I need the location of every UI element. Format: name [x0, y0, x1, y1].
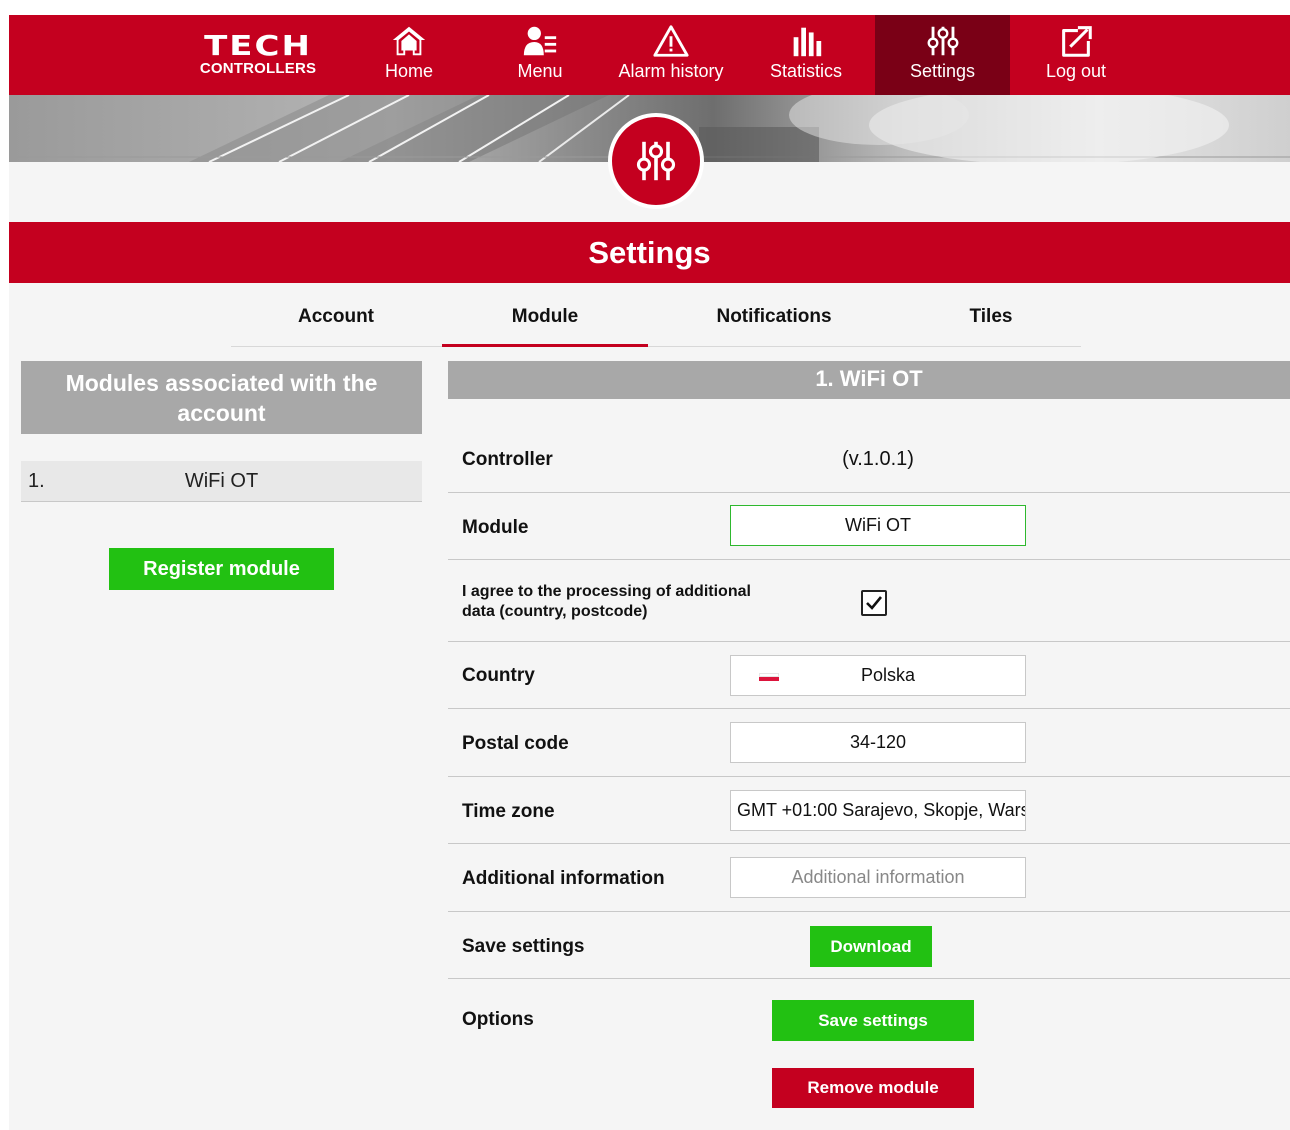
- nav-label-menu: Menu: [517, 61, 563, 81]
- statistics-icon: [753, 15, 859, 61]
- settings-icon: [875, 15, 1010, 61]
- nav-item-log-out[interactable]: Log out: [1026, 15, 1126, 95]
- logo-main-text: TECH: [204, 30, 312, 62]
- save-settings-label: Save settings: [462, 936, 585, 957]
- save-settings-button[interactable]: Save settings: [772, 1000, 974, 1041]
- modules-list-header-text: Modules associated with the account: [65, 370, 378, 426]
- logo-sub-text: CONTROLLERS: [199, 60, 317, 77]
- tech-controllers-logo[interactable]: TECH CONTROLLERS: [193, 29, 323, 85]
- postal-code-label: Postal code: [462, 733, 569, 754]
- country-row: Country Polska: [448, 642, 1290, 709]
- page-title: Settings: [9, 222, 1290, 283]
- controller-version: (v.1.0.1): [842, 448, 914, 470]
- nav-item-menu[interactable]: Menu: [486, 15, 594, 95]
- additional-info-input[interactable]: Additional information: [730, 857, 1026, 898]
- consent-label-line-1: I agree to the processing of additional: [462, 583, 751, 600]
- module-detail-header: 1. WiFi OT: [448, 361, 1290, 399]
- controller-label: Controller: [462, 449, 553, 470]
- time-zone-label: Time zone: [462, 801, 555, 822]
- nav-label-alarm-history: Alarm history: [618, 61, 724, 81]
- postal-code-row: Postal code 34-120: [448, 709, 1290, 777]
- settings-tabs: Account Module Notifications Tiles: [231, 297, 1081, 347]
- menu-icon: [486, 15, 594, 61]
- module-label: Module: [462, 517, 529, 538]
- module-list-item-name: WiFi OT: [184, 470, 259, 492]
- module-list-item[interactable]: 1. WiFi OT: [21, 461, 422, 502]
- country-value: Polska: [860, 665, 916, 685]
- nav-label-log-out: Log out: [1045, 61, 1107, 81]
- nav-label-settings: Settings: [909, 61, 976, 81]
- nav-item-alarm-history[interactable]: Alarm history: [607, 15, 735, 95]
- consent-checkbox[interactable]: [861, 590, 887, 616]
- poland-flag-icon: [759, 673, 779, 681]
- tab-account[interactable]: Account: [231, 297, 441, 347]
- additional-info-row: Additional information Additional inform…: [448, 844, 1290, 912]
- top-navigation: TECH CONTROLLERS Home Menu Alarm history: [9, 15, 1290, 95]
- app-frame: TECH CONTROLLERS Home Menu Alarm history: [9, 15, 1290, 1130]
- modules-list-header: Modules associated with the account: [21, 361, 422, 434]
- logout-icon: [1026, 15, 1126, 61]
- home-icon: [355, 15, 463, 61]
- nav-item-home[interactable]: Home: [355, 15, 463, 95]
- consent-row: I agree to the processing of additional …: [448, 560, 1290, 642]
- country-label: Country: [462, 665, 535, 686]
- postal-code-input[interactable]: 34-120: [730, 722, 1026, 763]
- country-select[interactable]: Polska: [730, 655, 1026, 696]
- tab-notifications[interactable]: Notifications: [671, 297, 877, 347]
- tab-tiles[interactable]: Tiles: [891, 297, 1091, 347]
- nav-item-settings[interactable]: Settings: [875, 15, 1010, 95]
- module-name-input[interactable]: WiFi OT: [730, 505, 1026, 546]
- additional-info-label: Additional information: [462, 868, 665, 889]
- checkmark-icon: [866, 596, 883, 610]
- controller-row: Controller (v.1.0.1): [448, 425, 1290, 493]
- register-module-button[interactable]: Register module: [109, 548, 334, 590]
- options-label: Options: [462, 1009, 534, 1030]
- module-row: Module WiFi OT: [448, 493, 1290, 560]
- nav-label-statistics: Statistics: [769, 61, 843, 81]
- tab-module[interactable]: Module: [442, 297, 648, 347]
- remove-module-button[interactable]: Remove module: [772, 1068, 974, 1108]
- nav-item-statistics[interactable]: Statistics: [753, 15, 859, 95]
- nav-label-home: Home: [384, 61, 433, 81]
- consent-label: I agree to the processing of additional …: [462, 582, 751, 622]
- save-settings-row: Save settings Download: [448, 912, 1290, 979]
- download-button[interactable]: Download: [810, 926, 932, 967]
- consent-label-line-2: data (country, postcode): [462, 603, 648, 620]
- alarm-icon: [607, 15, 735, 61]
- time-zone-select[interactable]: GMT +01:00 Sarajevo, Skopje, Warsaw, Zag…: [730, 790, 1026, 831]
- time-zone-row: Time zone GMT +01:00 Sarajevo, Skopje, W…: [448, 777, 1290, 844]
- settings-badge-icon: [608, 113, 704, 209]
